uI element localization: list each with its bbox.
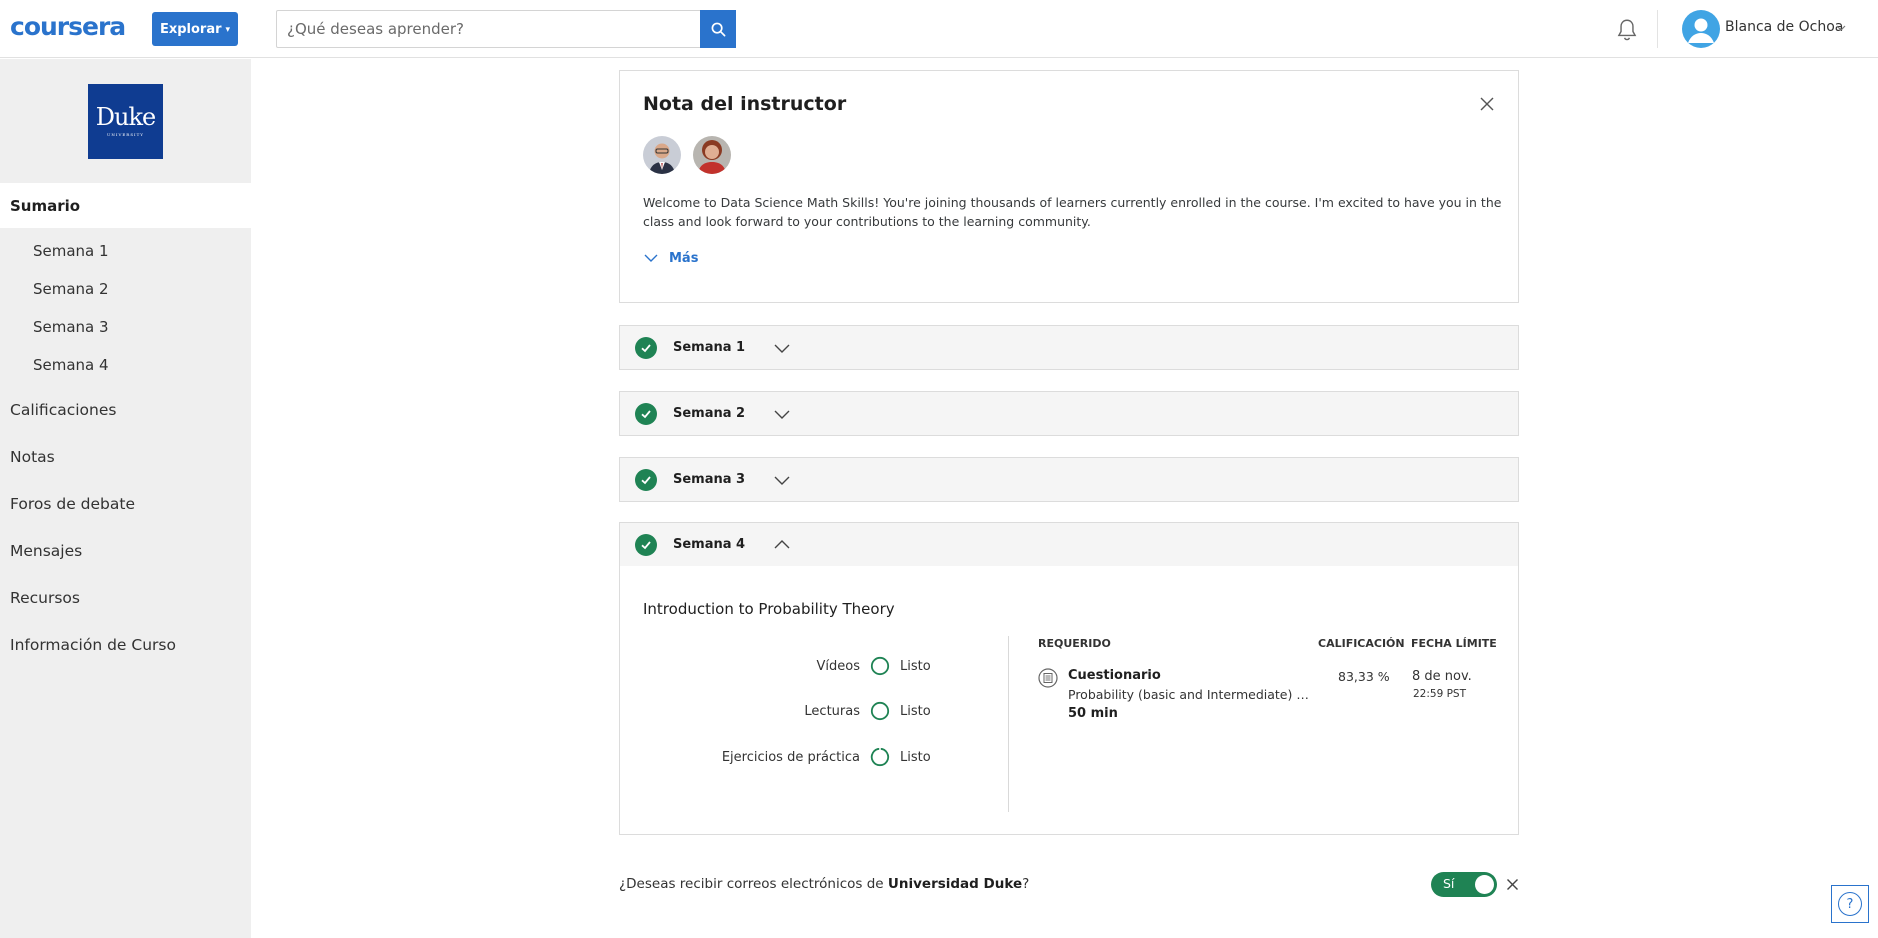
email-opt-in-university: Universidad Duke bbox=[887, 876, 1023, 892]
progress-row-readings: Lecturas Listo bbox=[804, 701, 931, 721]
instructor-avatars bbox=[643, 136, 1495, 174]
week-row-header[interactable]: Semana 1 bbox=[620, 326, 1518, 369]
week-label: Semana 3 bbox=[673, 472, 746, 487]
user-avatar-icon[interactable] bbox=[1682, 10, 1720, 48]
top-navigation-bar: coursera Explorar ▾ Blanca de Ochoa bbox=[0, 0, 1878, 58]
chevron-down-icon bbox=[644, 254, 658, 262]
sidebar-week-list: Semana 1 Semana 2 Semana 3 Semana 4 bbox=[0, 228, 251, 384]
explore-label: Explorar bbox=[159, 21, 222, 37]
sidebar-item-semana-2[interactable]: Semana 2 bbox=[0, 270, 251, 308]
week-row-header[interactable]: Semana 4 bbox=[620, 523, 1518, 566]
help-button[interactable]: ? bbox=[1831, 885, 1869, 923]
progress-ring-icon bbox=[870, 656, 890, 676]
progress-label: Lecturas bbox=[804, 703, 860, 719]
more-label: Más bbox=[669, 250, 699, 266]
chevron-up-icon bbox=[774, 539, 790, 548]
sidebar-item-foros[interactable]: Foros de debate bbox=[0, 480, 251, 527]
progress-status: Listo bbox=[900, 703, 931, 719]
search-icon bbox=[711, 22, 725, 36]
email-opt-in-suffix: ? bbox=[1022, 876, 1030, 892]
search-input[interactable] bbox=[277, 11, 700, 47]
assignment-due-date: 8 de nov. bbox=[1412, 669, 1472, 684]
assignment-due-time: 22:59 PST bbox=[1413, 688, 1467, 700]
email-opt-in-text: ¿Deseas recibir correos electrónicos de bbox=[619, 876, 888, 892]
week-row-header[interactable]: Semana 3 bbox=[620, 458, 1518, 501]
sidebar-item-semana-1[interactable]: Semana 1 bbox=[0, 232, 251, 270]
chevron-down-icon: ▾ bbox=[225, 25, 231, 35]
email-opt-in-toggle[interactable]: Sí bbox=[1431, 872, 1497, 897]
assignment-grade: 83,33 % bbox=[1338, 669, 1390, 684]
duke-university-logo[interactable]: Duke UNIVERSITY bbox=[88, 83, 163, 159]
sidebar-item-mensajes[interactable]: Mensajes bbox=[0, 527, 251, 574]
university-logo-area: Duke UNIVERSITY bbox=[0, 59, 251, 183]
week-label: Semana 2 bbox=[673, 406, 746, 421]
week-content: Introduction to Probability Theory Vídeo… bbox=[620, 566, 1518, 836]
chevron-down-icon[interactable] bbox=[1835, 22, 1847, 34]
week-label: Semana 4 bbox=[673, 537, 746, 552]
column-divider bbox=[1008, 636, 1009, 812]
progress-label: Ejercicios de práctica bbox=[721, 749, 860, 765]
progress-status: Listo bbox=[900, 749, 931, 765]
sidebar-item-recursos[interactable]: Recursos bbox=[0, 574, 251, 621]
header-divider bbox=[1657, 10, 1658, 48]
more-link[interactable]: Más bbox=[643, 250, 1495, 266]
progress-row-videos: Vídeos Listo bbox=[816, 656, 931, 676]
sidebar-item-semana-4[interactable]: Semana 4 bbox=[0, 346, 251, 384]
explore-button[interactable]: Explorar ▾ bbox=[152, 12, 238, 46]
progress-status: Listo bbox=[900, 658, 931, 674]
instructor-note-card: Nota del instructor Welcome to Data Scie… bbox=[619, 70, 1519, 303]
week-row-header[interactable]: Semana 2 bbox=[620, 392, 1518, 435]
sidebar-item-informacion[interactable]: Información de Curso bbox=[0, 621, 251, 668]
instructor-avatar[interactable] bbox=[643, 136, 681, 174]
sidebar-item-list: Calificaciones Notas Foros de debate Men… bbox=[0, 386, 251, 668]
search-button[interactable] bbox=[700, 10, 736, 48]
progress-label: Vídeos bbox=[816, 658, 860, 674]
sidebar-item-semana-3[interactable]: Semana 3 bbox=[0, 308, 251, 346]
check-circle-icon bbox=[635, 336, 657, 359]
close-icon[interactable] bbox=[1506, 878, 1519, 891]
progress-ring-icon bbox=[870, 701, 890, 721]
check-circle-icon bbox=[635, 468, 657, 491]
lesson-title[interactable]: Introduction to Probability Theory bbox=[643, 600, 895, 618]
quiz-icon bbox=[1038, 668, 1058, 688]
chevron-down-icon bbox=[774, 410, 790, 419]
help-icon: ? bbox=[1838, 892, 1862, 916]
assignment-title[interactable]: Probability (basic and Intermediate) Gra… bbox=[1068, 687, 1316, 702]
close-icon[interactable] bbox=[1478, 95, 1496, 113]
sidebar-item-sumario[interactable]: Sumario bbox=[0, 183, 251, 228]
week-section: Semana 2 bbox=[619, 391, 1519, 436]
instructor-note-text: Welcome to Data Science Math Skills! You… bbox=[643, 195, 1502, 229]
instructor-note-title: Nota del instructor bbox=[643, 93, 847, 115]
check-circle-icon bbox=[635, 533, 657, 556]
week-label: Semana 1 bbox=[673, 340, 746, 355]
assignment-duration: 50 min bbox=[1068, 706, 1118, 721]
course-sidebar: Duke UNIVERSITY Sumario Semana 1 Semana … bbox=[0, 59, 251, 938]
user-name[interactable]: Blanca de Ochoa bbox=[1725, 19, 1843, 35]
bell-icon[interactable] bbox=[1614, 17, 1640, 43]
email-opt-in-question: ¿Deseas recibir correos electrónicos de … bbox=[619, 876, 1029, 892]
assignment-type[interactable]: Cuestionario bbox=[1068, 668, 1161, 683]
chevron-down-icon bbox=[774, 344, 790, 353]
chevron-down-icon bbox=[774, 476, 790, 485]
check-circle-icon bbox=[635, 402, 657, 425]
instructor-avatar[interactable] bbox=[693, 136, 731, 174]
sidebar-item-notas[interactable]: Notas bbox=[0, 433, 251, 480]
coursera-logo[interactable]: coursera bbox=[10, 12, 126, 41]
toggle-label: Sí bbox=[1443, 876, 1455, 891]
sidebar-item-calificaciones[interactable]: Calificaciones bbox=[0, 386, 251, 433]
grade-header: CALIFICACIÓN bbox=[1318, 637, 1405, 650]
week-section: Semana 1 bbox=[619, 325, 1519, 370]
week-section: Semana 3 bbox=[619, 457, 1519, 502]
toggle-knob bbox=[1475, 875, 1494, 894]
required-header: REQUERIDO bbox=[1038, 637, 1111, 650]
week-section-expanded: Semana 4 Introduction to Probability The… bbox=[619, 522, 1519, 835]
search-bar bbox=[276, 10, 736, 48]
progress-row-practice: Ejercicios de práctica Listo bbox=[721, 747, 931, 767]
due-header: FECHA LÍMITE bbox=[1411, 637, 1497, 650]
progress-ring-icon bbox=[870, 747, 889, 767]
